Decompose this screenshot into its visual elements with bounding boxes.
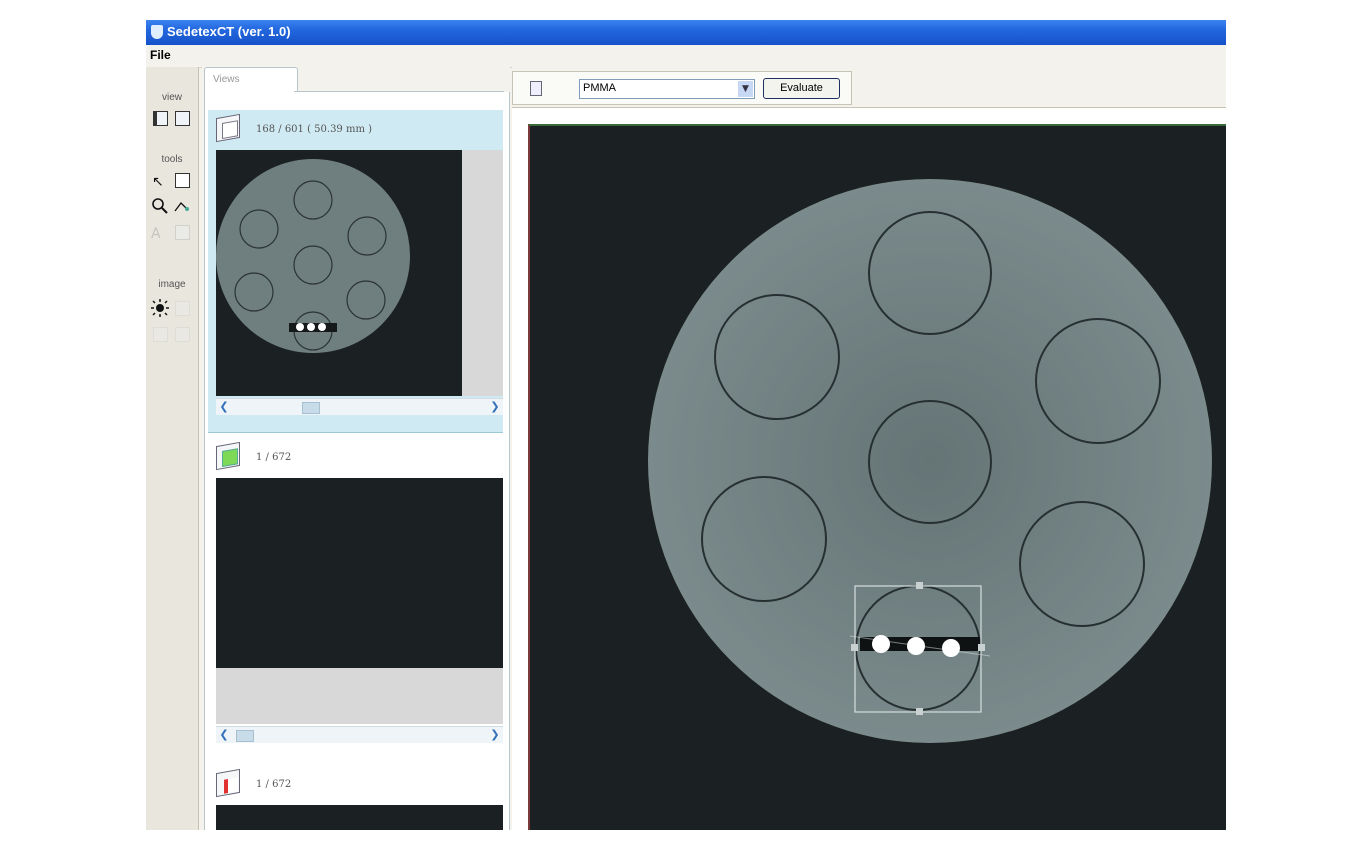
phantom-thumbnail-image	[216, 159, 410, 353]
tab-views-label: Views	[213, 74, 240, 85]
slice-view[interactable]	[216, 478, 503, 668]
view-section-label: view	[161, 92, 182, 103]
scroll-thumb[interactable]	[302, 402, 320, 414]
view-color-swatch	[222, 448, 238, 468]
scroll-right-icon[interactable]: ❯	[488, 728, 502, 742]
menu-bar: File	[146, 45, 1226, 68]
zoom-icon[interactable]	[151, 197, 169, 215]
horizontal-scrollbar[interactable]: ❮ ❯	[216, 398, 503, 415]
pointer-icon[interactable]: ↖	[152, 171, 170, 190]
window-title: SedetexCT (ver. 1.0)	[167, 24, 291, 39]
view-cube-icon	[216, 113, 240, 143]
slice-indicator: 168 / 601 ( 50.39 mm )	[256, 124, 373, 135]
view-panel-2[interactable]: 1 / 672 ❮ ❯	[208, 438, 503, 760]
scroll-thumb[interactable]	[236, 730, 254, 742]
view-color-swatch	[224, 777, 238, 794]
evaluation-toolbar: PMMA ▼ Evaluate	[512, 67, 1226, 107]
evaluate-button[interactable]: Evaluate	[763, 78, 840, 99]
ct-slice-view[interactable]	[528, 124, 1226, 830]
slice-view[interactable]	[216, 805, 503, 830]
scroll-left-icon[interactable]: ❮	[217, 728, 231, 742]
slice-indicator: 1 / 672	[256, 452, 292, 463]
square-icon[interactable]	[173, 109, 191, 127]
image-section-label: image	[158, 279, 186, 290]
title-bar: SedetexCT (ver. 1.0)	[146, 20, 1226, 45]
measure-icon[interactable]	[173, 197, 191, 215]
text-icon: A	[151, 226, 161, 242]
main-view-frame	[512, 107, 1226, 830]
layout-icon[interactable]	[151, 109, 169, 127]
tab-views[interactable]: Views	[204, 67, 298, 92]
material-value: PMMA	[583, 82, 616, 94]
view-panel-1[interactable]: 168 / 601 ( 50.39 mm ) ❮ ❯	[208, 110, 503, 433]
tools-section-label: tools	[161, 154, 183, 165]
menu-file[interactable]: File	[150, 48, 171, 62]
material-select[interactable]: PMMA ▼	[579, 79, 755, 99]
slice-indicator: 1 / 672	[256, 779, 292, 790]
scroll-right-icon[interactable]: ❯	[488, 400, 502, 414]
phantom-ct-image	[648, 179, 1212, 743]
view-panel-3[interactable]: 1 / 672	[208, 765, 503, 830]
disabled-image-icon-3	[173, 325, 191, 343]
app-icon	[151, 25, 163, 39]
horizontal-scrollbar[interactable]: ❮ ❯	[216, 726, 503, 743]
scroll-left-icon[interactable]: ❮	[217, 400, 231, 414]
select-rect-icon[interactable]	[173, 171, 191, 189]
chevron-down-icon[interactable]: ▼	[738, 81, 753, 97]
disabled-image-icon	[173, 299, 191, 317]
view-cube-icon	[216, 768, 240, 798]
view-cube-icon	[216, 441, 240, 471]
slice-thumbnail[interactable]	[216, 150, 462, 396]
disabled-tool-icon	[173, 223, 191, 241]
views-panel: Views 168 / 601 ( 50.39 mm ) ❮ ❯ 1 / 672…	[202, 67, 510, 830]
brightness-icon[interactable]	[151, 299, 169, 317]
disabled-image-icon-2	[151, 325, 169, 343]
toolbox: view tools ↖ A image	[146, 67, 199, 830]
app-window: SedetexCT (ver. 1.0) File view tools ↖ A…	[146, 20, 1226, 830]
document-icon[interactable]	[530, 81, 542, 96]
